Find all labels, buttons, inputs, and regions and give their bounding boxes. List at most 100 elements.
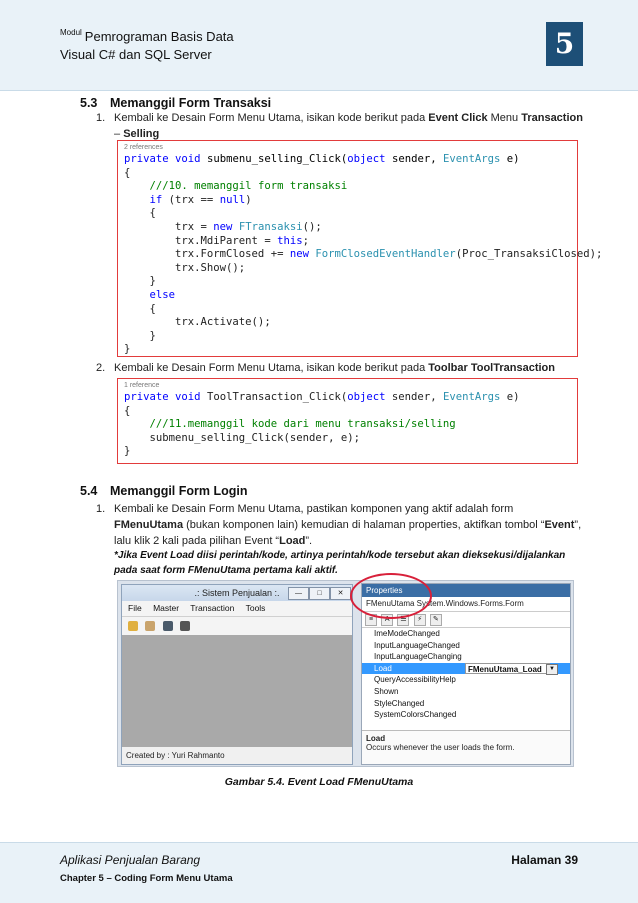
form-window: .: Sistem Penjualan :. — □ ✕ File Master… [121, 584, 353, 765]
code-line: } [124, 275, 156, 288]
sec53-item2: 2. Kembali ke Desain Form Menu Utama, is… [96, 360, 584, 376]
code-line: else [149, 288, 176, 301]
code-line: } [124, 329, 156, 342]
header-sup: Modul [60, 28, 82, 37]
code-line: private void ToolTransaction_Click(objec… [124, 391, 520, 403]
form-toolbar [122, 616, 352, 636]
key-icon[interactable] [128, 621, 138, 631]
menu-file[interactable]: File [128, 603, 142, 613]
bold-run: Load [279, 535, 306, 547]
exit-icon[interactable] [180, 621, 191, 631]
description-title: Load [366, 734, 386, 743]
section-5-3-heading: 5.3 Memanggil Form Transaksi [80, 96, 271, 110]
sec54-item1: 1. Kembali ke Desain Form Menu Utama, pa… [96, 501, 584, 549]
property-pages-icon[interactable]: ✎ [429, 614, 442, 626]
code-line: { [124, 404, 131, 417]
code-block-tooltransaction: 1 reference private void ToolTransaction… [117, 378, 578, 464]
sec53-item1: 1. Kembali ke Desain Form Menu Utama, is… [96, 110, 584, 142]
menu-transaction[interactable]: Transaction [190, 603, 234, 613]
event-row[interactable]: Shown [362, 686, 570, 698]
item-number: 1. [96, 503, 106, 515]
code-line: { [124, 302, 156, 315]
menu-tools[interactable]: Tools [246, 603, 266, 613]
header-module-title: Modul Pemrograman Basis Data [60, 28, 234, 44]
code-line: } [124, 445, 131, 458]
text-run: Kembali ke Desain Form Menu Utama, isika… [114, 112, 429, 124]
item-text: Kembali ke Desain Form Menu Utama, isika… [114, 110, 584, 142]
page-footer: Aplikasi Penjualan Barang Chapter 5 – Co… [0, 842, 638, 903]
figure-screenshot: .: Sistem Penjualan :. — □ ✕ File Master… [117, 580, 574, 767]
events-lightning-icon[interactable]: ⚡ [413, 614, 426, 626]
code-line: } [124, 343, 131, 356]
italic-note: *Jika Event Load diisi perintah/kode, ar… [114, 550, 566, 576]
chevron-down-icon[interactable]: ▼ [546, 663, 558, 675]
calculator-icon[interactable] [162, 621, 173, 631]
code-line: trx.Show(); [124, 261, 246, 274]
text-run: Kembali ke Desain Form Menu Utama, pasti… [114, 503, 514, 515]
code-line: { [124, 207, 156, 220]
event-row[interactable]: QueryAccessibilityHelp [362, 674, 570, 686]
code-line: if (trx == null) [149, 193, 252, 206]
code-line: ///10. memanggil form transaksi [149, 180, 348, 193]
section-title: Memanggil Form Login [110, 484, 248, 498]
description-text: Occurs whenever the user loads the form. [366, 743, 515, 752]
section-number: 5.3 [80, 96, 98, 110]
code-line: trx.Activate(); [124, 316, 271, 329]
edit-icon[interactable] [145, 621, 156, 631]
form-title: .: Sistem Penjualan :. [194, 588, 280, 598]
footer-book-title: Aplikasi Penjualan Barang [60, 853, 201, 867]
minimize-icon[interactable]: — [288, 587, 309, 600]
text-run: Menu [487, 112, 522, 124]
header-line2: Visual C# dan SQL Server [60, 47, 212, 62]
code-line: private void submenu_selling_Click(objec… [124, 153, 520, 165]
menu-master[interactable]: Master [153, 603, 179, 613]
item-number: 2. [96, 362, 106, 374]
item-text: Kembali ke Desain Form Menu Utama, pasti… [114, 501, 584, 549]
section-title: Memanggil Form Transaksi [110, 96, 272, 110]
bold-run: Event Click [428, 112, 488, 124]
event-row[interactable]: ImeModeChanged [362, 628, 570, 640]
close-icon[interactable]: ✕ [330, 587, 351, 600]
status-bar: Created by : Yuri Rahmanto [122, 747, 352, 764]
code-reference-count: 2 references [124, 144, 163, 151]
highlight-oval [350, 573, 432, 619]
footer-page-number: Halaman 39 [511, 853, 578, 867]
bold-run: Selling [123, 128, 160, 140]
page-header: Modul Pemrograman Basis Data Visual C# da… [0, 0, 638, 91]
text-run: Kembali ke Desain Form Menu Utama, isika… [114, 362, 429, 374]
text-run: – [114, 128, 124, 140]
event-row[interactable]: InputLanguageChanged [362, 640, 570, 652]
code-line: ///11.memanggil kode dari menu transaksi… [149, 418, 456, 431]
figure-caption: Gambar 5.4. Event Load FMenuUtama [224, 776, 414, 788]
load-handler-value[interactable]: FMenuUtama_Load [465, 662, 550, 675]
section-number: 5.4 [80, 484, 98, 498]
code-line: trx = new FTransaksi(); [124, 220, 322, 233]
code-line: trx.MdiParent = this; [124, 234, 309, 247]
item-number: 1. [96, 112, 106, 124]
item-text: Kembali ke Desain Form Menu Utama, isika… [114, 360, 584, 376]
section-5-4-heading: 5.4 Memanggil Form Login [80, 484, 248, 498]
text-run: ”. [305, 535, 313, 547]
event-row[interactable]: StyleChanged [362, 698, 570, 710]
code-line: submenu_selling_Click(sender, e); [124, 431, 361, 444]
form-titlebar: .: Sistem Penjualan :. — □ ✕ [122, 585, 352, 601]
footer-chapter: Chapter 5 – Coding Form Menu Utama [60, 873, 233, 884]
event-row-load[interactable]: Load FMenuUtama_Load ▼ [362, 662, 570, 675]
bold-run: Toolbar ToolTransaction [428, 362, 555, 374]
header-line1: Pemrograman Basis Data [84, 29, 234, 44]
form-menubar: File Master Transaction Tools [122, 601, 352, 616]
code-line: { [124, 166, 131, 179]
code-reference-count: 1 reference [124, 382, 160, 389]
bold-run: Transaction [521, 112, 583, 124]
event-row[interactable]: SystemColorsChanged [362, 709, 570, 721]
code-block-submenu-selling: 2 references private void submenu_sellin… [117, 140, 603, 357]
property-description: Load Occurs whenever the user loads the … [362, 730, 570, 764]
maximize-icon[interactable]: □ [309, 587, 330, 600]
event-row[interactable]: InputLanguageChanging [362, 651, 570, 663]
chapter-number-badge: 5 [546, 22, 583, 66]
text-run: (bukan komponen lain) kemudian di halama… [183, 519, 545, 531]
code-line: trx.FormClosed += new FormClosedEventHan… [124, 248, 603, 261]
bold-run: FMenuUtama [114, 519, 184, 531]
mdi-client-area [122, 635, 352, 747]
bold-run: Event [544, 519, 575, 531]
